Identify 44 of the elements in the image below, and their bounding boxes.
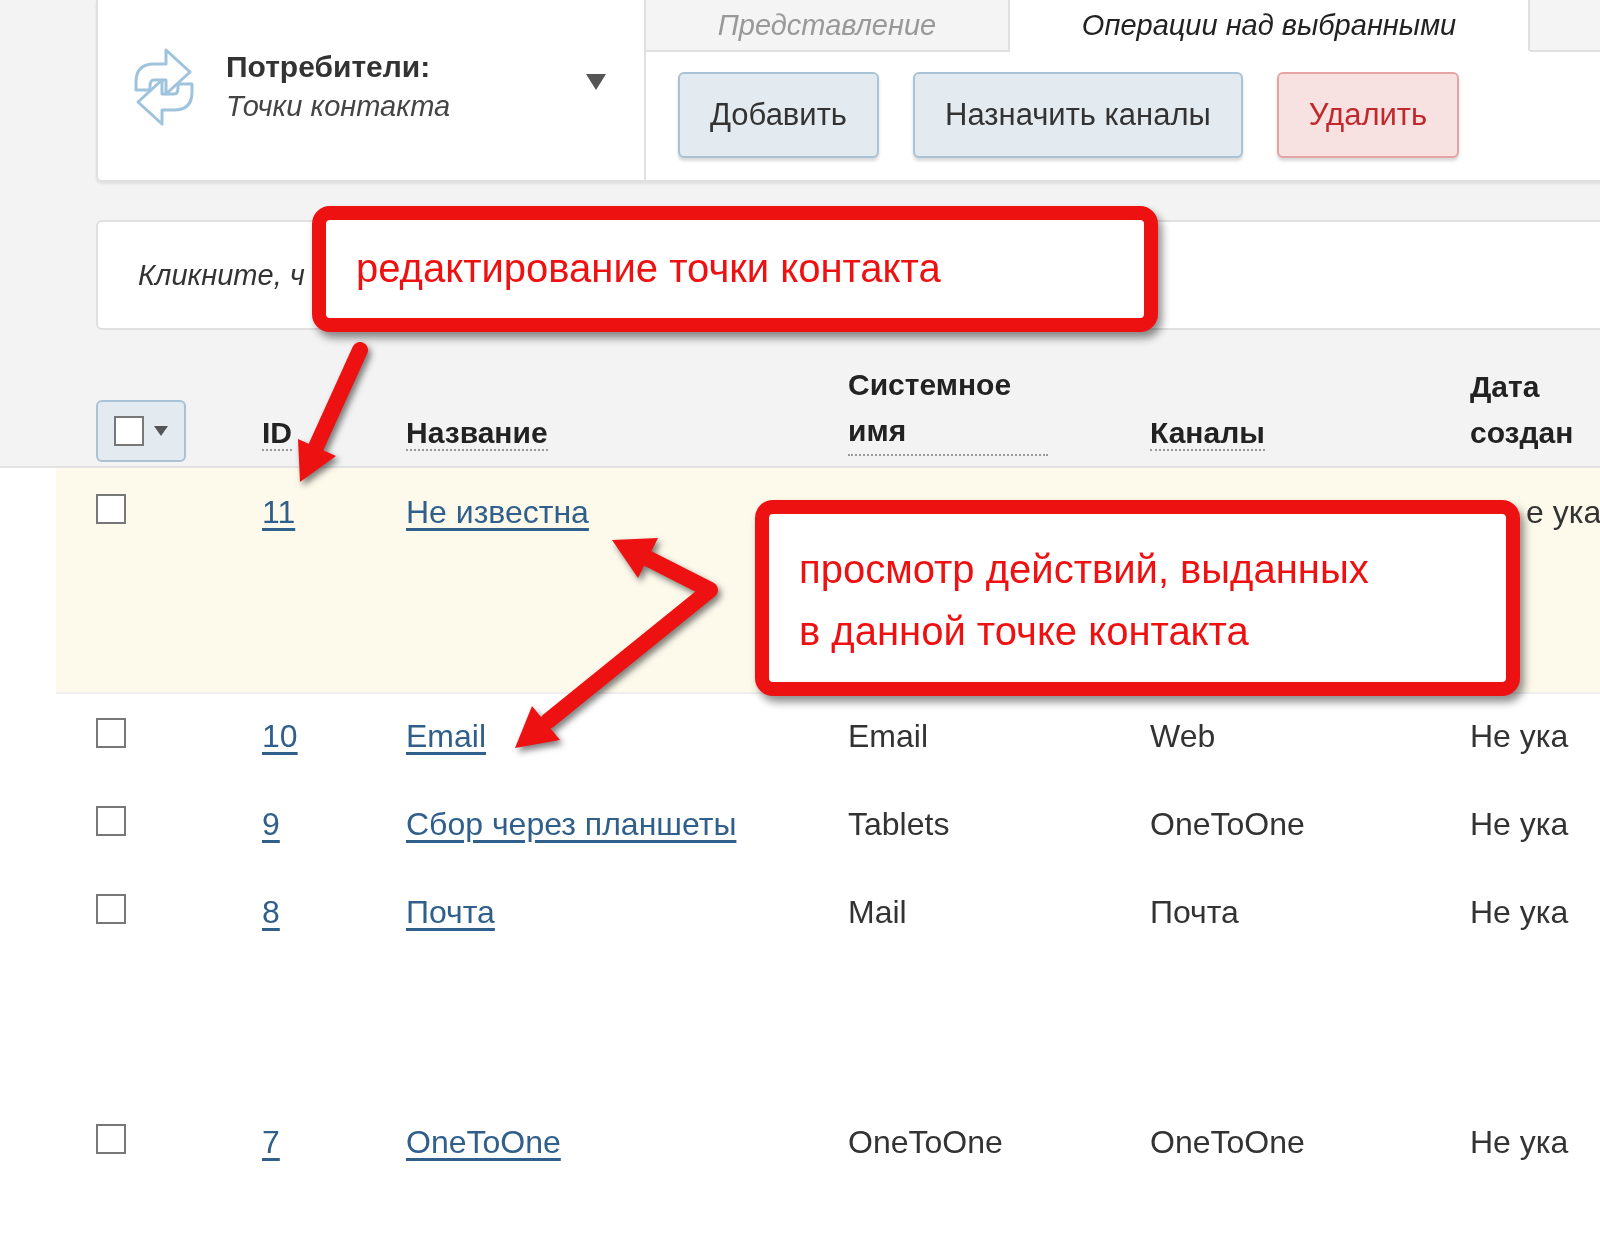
id-link[interactable]: 11	[262, 494, 296, 530]
checkbox[interactable]	[96, 718, 126, 748]
table-cell: Tablets	[848, 806, 950, 842]
name-link[interactable]: Почта	[406, 894, 495, 930]
id-link[interactable]: 7	[262, 1124, 280, 1160]
column-header[interactable]: Дата создан	[1470, 364, 1598, 456]
checkbox[interactable]	[96, 806, 126, 836]
hint-text: Кликните, ч	[138, 258, 305, 292]
column-header[interactable]: Название	[406, 416, 548, 451]
table-cell: Не ука	[1470, 718, 1569, 754]
section-title: Потребители:	[226, 49, 432, 84]
name-link[interactable]: OneToOne	[406, 1124, 561, 1160]
id-link[interactable]: 9	[262, 806, 280, 842]
select-all-control[interactable]	[96, 400, 186, 462]
column-header[interactable]: Каналы	[1150, 416, 1265, 451]
id-link[interactable]: 8	[262, 894, 280, 930]
table-cell: Почта	[1150, 894, 1239, 930]
annotation-callout: редактирование точки контакта	[312, 206, 1158, 332]
checkbox[interactable]	[114, 416, 144, 446]
name-link[interactable]: Email	[406, 718, 486, 754]
dropdown-caret-icon[interactable]	[586, 74, 606, 90]
delete-button[interactable]: Удалить	[1276, 72, 1460, 158]
table-cell: Не ука	[1470, 806, 1569, 842]
name-link[interactable]: Не известна	[406, 494, 589, 530]
table-cell: Web	[1150, 718, 1216, 754]
table-cell: OneToOne	[1150, 806, 1305, 842]
annotation-callout: просмотр действий, выданных в данной точке контакта	[755, 500, 1520, 696]
checkbox[interactable]	[96, 894, 126, 924]
id-link[interactable]: 10	[262, 718, 298, 754]
table-cell: Email	[848, 718, 928, 754]
action-button[interactable]: Добавить	[678, 72, 879, 158]
table-cell: OneToOne	[848, 1124, 1003, 1160]
column-header[interactable]: Системное имя	[848, 362, 1048, 456]
table-cell: Не ука	[1470, 894, 1569, 930]
action-button[interactable]: Назначить каналы	[913, 72, 1243, 158]
column-header[interactable]: ID	[262, 416, 292, 451]
table-cell: OneToOne	[1150, 1124, 1305, 1160]
checkbox[interactable]	[96, 494, 126, 524]
name-link[interactable]: Сбор через планшеты	[406, 806, 737, 842]
checkbox[interactable]	[96, 1124, 126, 1154]
caret-icon	[154, 426, 168, 436]
table-cell: Mail	[848, 894, 907, 930]
table-cell: Не ука	[1470, 1124, 1569, 1160]
section-subtitle: Точки контакта	[226, 89, 452, 123]
